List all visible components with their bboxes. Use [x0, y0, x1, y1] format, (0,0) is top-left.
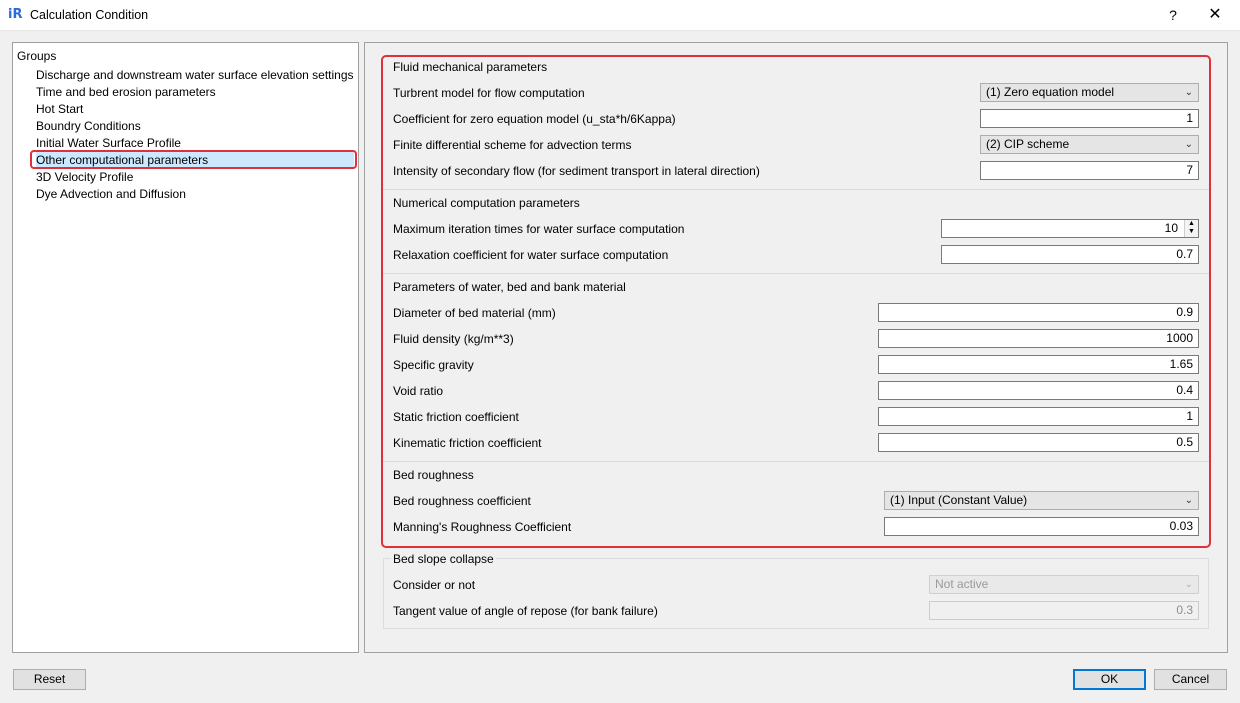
bed-diameter-input[interactable]: 0.9: [878, 303, 1199, 322]
cancel-button[interactable]: Cancel: [1154, 669, 1227, 690]
fluid-density-input[interactable]: 1000: [878, 329, 1199, 348]
advection-scheme-label: Finite differential scheme for advection…: [393, 138, 632, 152]
void-ratio-label: Void ratio: [393, 384, 444, 398]
specific-gravity-label: Specific gravity: [393, 358, 474, 372]
divider: [382, 189, 1209, 190]
relaxation-label: Relaxation coefficient for water surface…: [393, 248, 669, 262]
fluid-density-label: Fluid density (kg/m**3): [393, 332, 514, 346]
groups-label: Groups: [17, 49, 57, 63]
spin-down-icon[interactable]: ▼: [1185, 228, 1198, 236]
reset-button[interactable]: Reset: [13, 669, 86, 690]
groups-panel: Groups Discharge and downstream water su…: [12, 42, 359, 653]
group-item-initial-water[interactable]: Initial Water Surface Profile: [36, 135, 354, 152]
app-icon: iR: [8, 7, 23, 22]
divider: [382, 461, 1209, 462]
kinematic-friction-input[interactable]: 0.5: [878, 433, 1199, 452]
fluid-group-title: Fluid mechanical parameters: [391, 60, 550, 74]
collapse-group-title: Bed slope collapse: [391, 552, 496, 566]
kinematic-friction-label: Kinematic friction coefficient: [393, 436, 542, 450]
material-group-title: Parameters of water, bed and bank materi…: [391, 280, 628, 294]
group-item-boundary[interactable]: Boundry Conditions: [36, 118, 354, 135]
static-friction-label: Static friction coefficient: [393, 410, 519, 424]
spin-up-icon[interactable]: ▲: [1185, 220, 1198, 228]
spin-buttons[interactable]: ▲ ▼: [1184, 220, 1198, 237]
group-item-discharge[interactable]: Discharge and downstream water surface e…: [36, 67, 354, 84]
bed-diameter-label: Diameter of bed material (mm): [393, 306, 556, 320]
divider: [382, 273, 1209, 274]
group-item-other-params[interactable]: Other computational parameters: [36, 152, 354, 169]
consider-select[interactable]: Not active ⌄: [929, 575, 1199, 594]
advection-scheme-select[interactable]: (2) CIP scheme ⌄: [980, 135, 1199, 154]
max-iteration-spinbox[interactable]: 10 ▲ ▼: [941, 219, 1199, 238]
consider-label: Consider or not: [393, 578, 476, 592]
chevron-down-icon: ⌄: [1184, 495, 1193, 506]
relaxation-input[interactable]: 0.7: [941, 245, 1199, 264]
specific-gravity-input[interactable]: 1.65: [878, 355, 1199, 374]
ok-button[interactable]: OK: [1073, 669, 1146, 690]
zero-eq-coef-input[interactable]: 1: [980, 109, 1199, 128]
static-friction-input[interactable]: 1: [878, 407, 1199, 426]
title-bar: iR Calculation Condition ? ✕: [0, 0, 1240, 31]
group-item-hot-start[interactable]: Hot Start: [36, 101, 354, 118]
manning-input[interactable]: 0.03: [884, 517, 1199, 536]
tangent-label: Tangent value of angle of repose (for ba…: [393, 604, 658, 618]
numerical-group-title: Numerical computation parameters: [391, 196, 582, 210]
group-item-3d-velocity[interactable]: 3D Velocity Profile: [36, 169, 354, 186]
window-title: Calculation Condition: [30, 8, 149, 22]
max-iteration-label: Maximum iteration times for water surfac…: [393, 222, 685, 236]
help-button[interactable]: ?: [1163, 5, 1183, 25]
advection-scheme-value: (2) CIP scheme: [986, 137, 1070, 151]
turbulent-model-select[interactable]: (1) Zero equation model ⌄: [980, 83, 1199, 102]
close-button[interactable]: ✕: [1205, 5, 1225, 25]
tangent-input[interactable]: 0.3: [929, 601, 1199, 620]
chevron-down-icon: ⌄: [1184, 139, 1193, 150]
group-item-dye-advection[interactable]: Dye Advection and Diffusion: [36, 186, 354, 203]
void-ratio-input[interactable]: 0.4: [878, 381, 1199, 400]
turbulent-model-value: (1) Zero equation model: [986, 85, 1115, 99]
chevron-down-icon: ⌄: [1184, 579, 1193, 590]
group-item-time-erosion[interactable]: Time and bed erosion parameters: [36, 84, 354, 101]
turbulent-model-label: Turbrent model for flow computation: [393, 86, 585, 100]
zero-eq-coef-label: Coefficient for zero equation model (u_s…: [393, 112, 676, 126]
consider-value: Not active: [935, 577, 989, 591]
secondary-flow-label: Intensity of secondary flow (for sedimen…: [393, 164, 760, 178]
groups-list: Discharge and downstream water surface e…: [36, 67, 354, 203]
roughness-coef-value: (1) Input (Constant Value): [890, 493, 1028, 507]
roughness-group-title: Bed roughness: [391, 468, 476, 482]
roughness-coef-select[interactable]: (1) Input (Constant Value) ⌄: [884, 491, 1199, 510]
chevron-down-icon: ⌄: [1184, 87, 1193, 98]
manning-label: Manning's Roughness Coefficient: [393, 520, 572, 534]
roughness-coef-label: Bed roughness coefficient: [393, 494, 531, 508]
max-iteration-value: 10: [1164, 221, 1178, 235]
secondary-flow-input[interactable]: 7: [980, 161, 1199, 180]
